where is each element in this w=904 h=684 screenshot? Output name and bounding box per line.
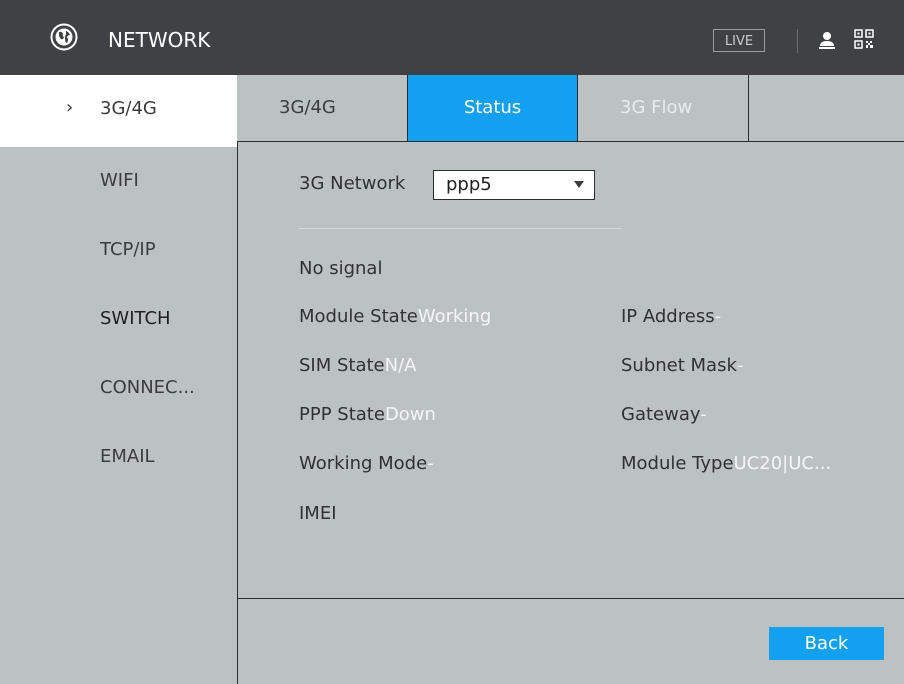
sidebar-item-wifi[interactable]: WIFI: [0, 147, 237, 219]
tab-label: 3G Flow: [620, 97, 693, 118]
live-button[interactable]: LIVE: [713, 29, 765, 52]
sidebar: › 3G/4G WIFI TCP/IP SWITCH CONNEC... EMA…: [0, 75, 237, 684]
tab-3g-flow[interactable]: 3G Flow: [578, 75, 749, 141]
sidebar-item-switch[interactable]: SWITCH: [0, 285, 237, 357]
back-button[interactable]: Back: [769, 627, 884, 660]
tab-bar: 3G/4G Status 3G Flow: [237, 75, 904, 141]
sidebar-item-3g4g[interactable]: › 3G/4G: [0, 75, 237, 147]
network-label: 3G Network: [299, 173, 406, 194]
tab-status[interactable]: Status: [408, 75, 578, 141]
title-bar: NETWORK LIVE: [0, 0, 904, 75]
sidebar-item-email[interactable]: EMAIL: [0, 423, 237, 495]
tab-label: 3G/4G: [279, 97, 336, 118]
imei-label: IMEI: [299, 503, 337, 524]
ip-address-label: IP Address: [621, 306, 715, 327]
footer-divider: [238, 598, 904, 599]
ip-address-value: -: [714, 306, 722, 327]
module-state-label: Module State: [299, 306, 418, 327]
sidebar-item-label: TCP/IP: [100, 239, 156, 260]
sim-state-label: SIM State: [299, 355, 385, 376]
module-type: Module TypeUC20|UC...: [621, 452, 831, 476]
dropdown-arrow-icon: [574, 181, 584, 188]
status-panel: 3G Network ppp5 No signal Module StateWo…: [237, 141, 904, 684]
user-icon[interactable]: [819, 31, 835, 49]
sidebar-item-label: WIFI: [100, 170, 139, 191]
sidebar-item-tcpip[interactable]: TCP/IP: [0, 216, 237, 288]
sim-state-value: N/A: [384, 355, 417, 376]
sidebar-item-label: CONNEC...: [100, 377, 195, 398]
ip-address: IP Address-: [621, 305, 721, 329]
ppp-state-value: Down: [384, 404, 436, 425]
gateway-label: Gateway: [621, 404, 701, 425]
working-mode-value: -: [427, 453, 434, 474]
module-type-label: Module Type: [621, 453, 734, 474]
divider: [299, 228, 622, 229]
module-state: Module StateWorking: [299, 305, 491, 329]
tab-empty: [749, 75, 904, 141]
network-select[interactable]: ppp5: [433, 170, 595, 200]
module-state-value: Working: [417, 306, 492, 327]
tab-3g4g[interactable]: 3G/4G: [237, 75, 408, 141]
working-mode-label: Working Mode: [299, 453, 428, 474]
sidebar-item-label: EMAIL: [100, 446, 155, 467]
signal-status: No signal: [299, 258, 383, 279]
gateway: Gateway-: [621, 403, 707, 427]
ppp-state-label: PPP State: [299, 404, 385, 425]
module-type-value: UC20|UC...: [733, 453, 832, 474]
window-title: NETWORK: [108, 28, 211, 52]
sidebar-item-connection[interactable]: CONNEC...: [0, 354, 237, 426]
subnet-mask-label: Subnet Mask: [621, 355, 737, 376]
network-select-value: ppp5: [446, 174, 492, 195]
globe-icon: [50, 23, 78, 51]
working-mode: Working Mode-: [299, 452, 434, 476]
qr-code-icon[interactable]: [854, 29, 874, 49]
header-divider: [797, 29, 798, 53]
chevron-right-icon: ›: [66, 97, 74, 118]
subnet-mask-value: -: [736, 355, 744, 376]
sim-state: SIM StateN/A: [299, 354, 416, 378]
ppp-state: PPP StateDown: [299, 403, 436, 427]
sidebar-item-label: SWITCH: [100, 308, 171, 329]
sidebar-item-label: 3G/4G: [100, 98, 157, 119]
subnet-mask: Subnet Mask-: [621, 354, 743, 378]
gateway-value: -: [700, 404, 707, 425]
